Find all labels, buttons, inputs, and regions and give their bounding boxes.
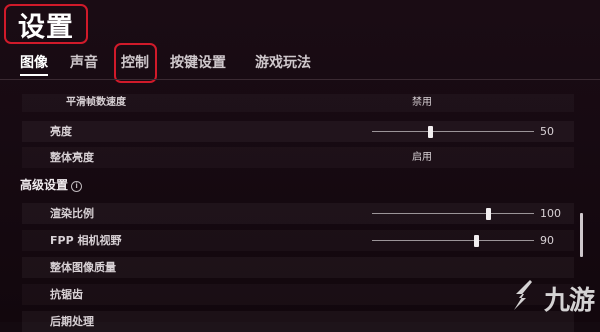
render-scale-slider-thumb[interactable] [485,208,491,220]
section-title: 高级设置 [20,178,69,192]
setting-row-brightness[interactable]: 亮度 50 [22,121,574,142]
fov-slider-thumb[interactable] [474,235,480,247]
setting-label: 平滑帧数速度 [66,97,126,108]
setting-label: FPP 相机视野 [50,234,122,247]
slider-value: 50 [540,125,554,138]
scrollbar[interactable] [580,213,583,257]
setting-label: 整体亮度 [50,151,94,164]
setting-row-fpp-fov[interactable]: FPP 相机视野 90 [22,230,574,251]
setting-row-anti-aliasing[interactable]: 抗锯齿 [22,284,574,305]
fov-slider-track[interactable] [372,240,534,241]
tab-sound[interactable]: 声音 [70,52,98,76]
tab-graphics[interactable]: 图像 [20,52,48,76]
watermark-logo: 九游 [506,276,598,316]
brightness-slider-thumb[interactable] [427,126,433,138]
section-advanced: 高级设置 i [20,176,83,194]
render-scale-slider-track[interactable] [372,213,534,214]
setting-label: 抗锯齿 [50,288,83,301]
setting-row-overall-quality[interactable]: 整体图像质量 [22,257,574,278]
setting-row-render-scale[interactable]: 渲染比例 100 [22,203,574,224]
slider-value: 100 [540,207,561,220]
tab-keybindings[interactable]: 按键设置 [170,52,226,76]
tabs-divider [0,79,600,80]
tab-gameplay[interactable]: 游戏玩法 [255,52,311,76]
settings-title: 设置 [4,4,88,44]
setting-value[interactable]: 禁用 [412,94,432,112]
tab-bar: 图像 声音 控制 按键设置 游戏玩法 [0,43,600,83]
setting-label: 亮度 [50,125,72,138]
setting-label: 整体图像质量 [50,261,116,274]
watermark-icon [514,280,532,310]
setting-row-frame-smoothing[interactable]: 平滑帧数速度 禁用 [22,94,574,112]
brightness-slider-track[interactable] [372,131,534,132]
info-icon[interactable]: i [71,181,83,192]
setting-value[interactable]: 启用 [412,147,432,168]
slider-value: 90 [540,234,554,247]
watermark-text: 九游 [544,286,595,316]
setting-label: 渲染比例 [50,207,94,220]
setting-row-overall-brightness[interactable]: 整体亮度 启用 [22,147,574,168]
tab-controls[interactable]: 控制 [114,43,157,83]
